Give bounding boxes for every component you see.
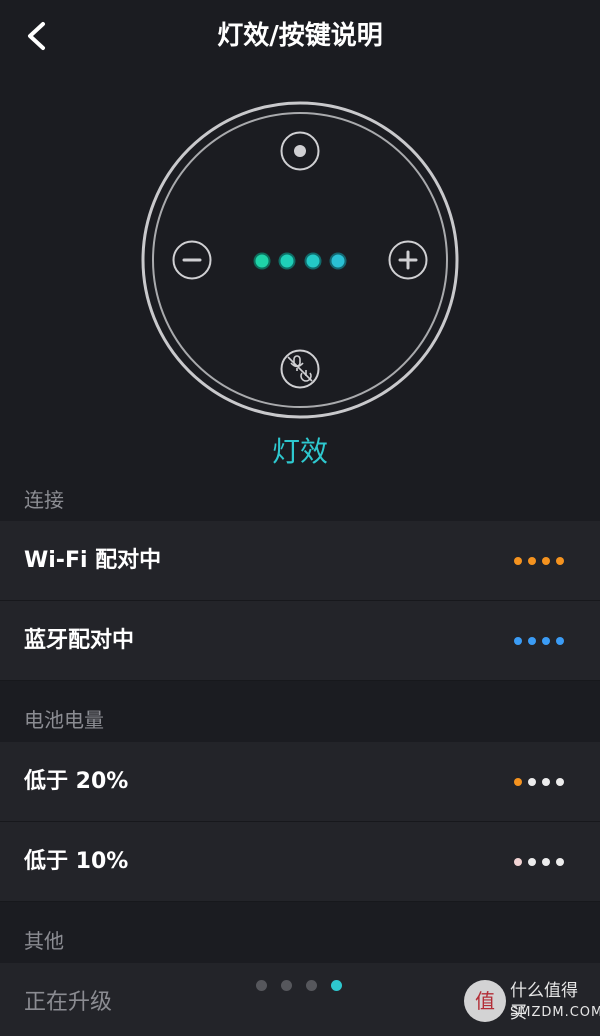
led-dot <box>514 557 522 565</box>
section-header-battery: 电池电量 <box>0 700 600 740</box>
led-dot <box>556 778 564 786</box>
row-label: 低于 10% <box>24 849 129 874</box>
nav-bar: 灯效/按键说明 <box>0 0 600 72</box>
page-indicator <box>256 980 342 991</box>
mic-mute-button[interactable] <box>280 349 320 389</box>
led-dot <box>514 778 522 786</box>
mic-mute-power-icon <box>280 349 320 389</box>
section-header-connection: 连接 <box>0 480 600 520</box>
led-dot <box>542 858 550 866</box>
led-dot <box>278 252 296 270</box>
page-title: 灯效/按键说明 <box>217 21 383 51</box>
led-dot <box>556 557 564 565</box>
device-illustration <box>140 100 460 420</box>
led-dot <box>514 637 522 645</box>
action-dot-icon <box>280 131 320 171</box>
row-label: 正在升级 <box>24 990 113 1015</box>
watermark: 值 什么值得买 SMZDM.COM <box>464 978 600 1028</box>
led-pattern <box>514 557 564 565</box>
watermark-badge-char: 值 <box>475 989 495 1013</box>
row-label: 蓝牙配对中 <box>24 628 135 653</box>
led-dot <box>542 557 550 565</box>
led-dot <box>514 858 522 866</box>
minus-icon <box>172 240 212 280</box>
section-header-other: 其他 <box>0 921 600 961</box>
led-dot <box>528 778 536 786</box>
section-title: 电池电量 <box>24 708 104 732</box>
volume-down-button[interactable] <box>172 240 212 280</box>
led-dot <box>528 637 536 645</box>
led-dot <box>528 858 536 866</box>
led-dot <box>556 858 564 866</box>
led-dot <box>528 557 536 565</box>
mode-label: 灯效 <box>271 435 328 468</box>
led-dot <box>542 778 550 786</box>
list-item-battery-below-10[interactable]: 低于 10% <box>0 822 600 902</box>
list-item-wifi-pairing[interactable]: Wi-Fi 配对中 <box>0 521 600 601</box>
led-dot <box>329 252 347 270</box>
volume-up-button[interactable] <box>388 240 428 280</box>
led-dot <box>304 252 322 270</box>
watermark-domain: SMZDM.COM <box>510 1005 600 1020</box>
page-dot[interactable] <box>306 980 317 991</box>
led-pattern <box>514 778 564 786</box>
led-dot <box>556 637 564 645</box>
watermark-logo-icon: 值 <box>464 980 506 1022</box>
page-dot[interactable] <box>281 980 292 991</box>
section-title: 其他 <box>24 929 64 953</box>
led-pattern <box>514 858 564 866</box>
row-label: Wi-Fi 配对中 <box>24 548 162 573</box>
action-button[interactable] <box>280 131 320 171</box>
led-pattern <box>514 637 564 645</box>
plus-icon <box>388 240 428 280</box>
led-dot <box>542 637 550 645</box>
page-dot[interactable] <box>256 980 267 991</box>
list-item-battery-below-20[interactable]: 低于 20% <box>0 742 600 822</box>
page-dot-active[interactable] <box>331 980 342 991</box>
section-title: 连接 <box>24 488 64 512</box>
led-dot <box>253 252 271 270</box>
list-item-bluetooth-pairing[interactable]: 蓝牙配对中 <box>0 601 600 681</box>
row-label: 低于 20% <box>24 769 129 794</box>
